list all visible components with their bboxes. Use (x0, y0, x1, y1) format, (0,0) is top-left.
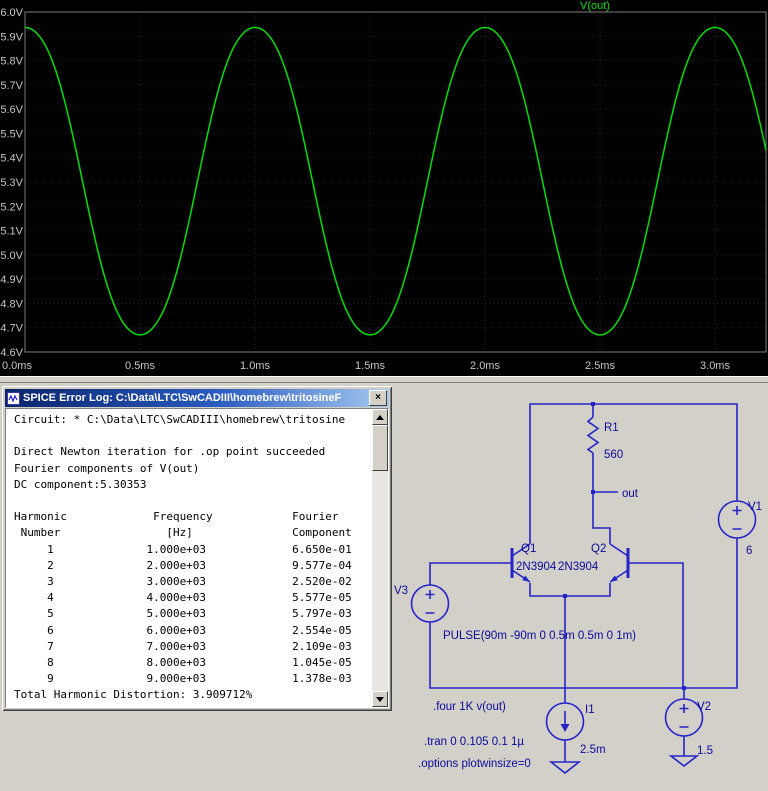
directive-tran[interactable]: .tran 0 0.105 0.1 1µ (424, 736, 524, 748)
v3-name[interactable]: V3 (394, 585, 408, 597)
v1-name[interactable]: V1 (748, 501, 762, 513)
i1-name[interactable]: I1 (585, 704, 595, 716)
v1-value[interactable]: 6 (746, 545, 752, 557)
q1-emitter-arrow-icon (522, 576, 530, 583)
y-tick-label: 5.3V (0, 177, 23, 189)
r1-value[interactable]: 560 (604, 449, 623, 461)
trace-legend[interactable]: V(out) (580, 0, 610, 12)
q2-emitter-arrow-icon (610, 576, 618, 583)
x-tick-label: 0.0ms (2, 360, 32, 372)
window-titlebar[interactable]: SPICE Error Log: C:\Data\LTC\SwCADIII\ho… (5, 389, 389, 407)
net-label-out[interactable]: out (622, 488, 639, 500)
scrollbar-thumb[interactable] (372, 425, 388, 471)
x-tick-label: 2.0ms (470, 360, 500, 372)
y-tick-label: 6.0V (0, 7, 23, 19)
spice-error-log-window: SPICE Error Log: C:\Data\LTC\SwCADIII\ho… (2, 386, 392, 711)
svg-text:out: out (622, 488, 639, 500)
ground-icon (551, 762, 579, 773)
pane-splitter[interactable] (0, 376, 768, 383)
ground-icon (671, 756, 697, 766)
q2-model[interactable]: 2N3904 (558, 561, 599, 573)
x-tick-label: 2.5ms (585, 360, 615, 372)
x-tick-label: 0.5ms (125, 360, 155, 372)
y-tick-label: 5.9V (0, 31, 23, 43)
i1-arrowhead-icon (561, 724, 570, 732)
scroll-up-icon (376, 415, 384, 420)
v2-polarity-icon (680, 704, 689, 727)
schematic-pane[interactable]: R1 560 Q1 2N3904 Q2 2N3904 V3 (0, 383, 768, 791)
transistor-Q2[interactable]: Q2 2N3904 (558, 543, 628, 582)
close-button[interactable]: × (369, 390, 387, 406)
voltage-source-V2[interactable]: V2 1.5 (666, 699, 714, 757)
spice-error-log-icon (7, 392, 20, 405)
plot-border (25, 12, 766, 352)
y-tick-label: 5.7V (0, 80, 23, 92)
y-tick-label: 4.9V (0, 274, 23, 286)
directive-options[interactable]: .options plotwinsize=0 (418, 758, 531, 770)
y-tick-label: 5.8V (0, 56, 23, 68)
waveform-plot[interactable]: 6.0V 5.9V 5.8V 5.7V 5.6V 5.5V 5.4V 5.3V 5.2V 5.1V… (0, 0, 768, 376)
v2-name[interactable]: V2 (697, 701, 711, 713)
vout-trace[interactable] (25, 27, 766, 335)
ltspice-window: 6.0V 5.9V 5.8V 5.7V 5.6V 5.5V 5.4V 5.3V 5.2V 5.1V… (0, 0, 768, 791)
y-tick-label: 5.5V (0, 128, 23, 140)
i1-value[interactable]: 2.5m (580, 744, 606, 756)
y-tick-label: 4.7V (0, 323, 23, 335)
y-tick-label: 5.0V (0, 250, 23, 262)
y-tick-label: 5.4V (0, 153, 23, 165)
y-tick-label: 5.1V (0, 226, 23, 238)
x-tick-label: 1.5ms (355, 360, 385, 372)
window-title: SPICE Error Log: C:\Data\LTC\SwCADIII\ho… (23, 392, 366, 404)
y-tick-label: 5.2V (0, 201, 23, 213)
junction-dots (563, 402, 686, 690)
current-source-I1[interactable]: I1 2.5m (547, 703, 606, 756)
v3-value[interactable]: PULSE(90m -90m 0 0.5m 0.5m 0 1m) (443, 630, 636, 642)
waveform-pane[interactable]: 6.0V 5.9V 5.8V 5.7V 5.6V 5.5V 5.4V 5.3V 5.2V 5.1V… (0, 0, 768, 376)
y-tick-label: 4.6V (0, 347, 23, 359)
x-tick-label: 1.0ms (240, 360, 270, 372)
vertical-scrollbar[interactable] (372, 409, 388, 707)
v2-value[interactable]: 1.5 (697, 745, 713, 757)
directive-four[interactable]: .four 1K v(out) (433, 701, 506, 713)
voltage-source-V1[interactable]: V1 6 (719, 501, 763, 557)
log-client-area: Circuit: * C:\Data\LTC\SwCADIII\homebrew… (5, 408, 389, 708)
y-tick-label: 4.8V (0, 298, 23, 310)
scroll-down-icon (376, 697, 384, 702)
scroll-down-button[interactable] (372, 691, 388, 707)
scroll-up-button[interactable] (372, 409, 388, 425)
r1-name[interactable]: R1 (604, 422, 619, 434)
q1-model[interactable]: 2N3904 (516, 561, 557, 573)
q2-name[interactable]: Q2 (591, 543, 606, 555)
y-tick-label: 5.6V (0, 104, 23, 116)
v3-polarity-icon (426, 590, 435, 613)
v1-polarity-icon (733, 506, 742, 529)
ground-symbols (551, 756, 697, 773)
transistor-Q1[interactable]: Q1 2N3904 (499, 543, 557, 582)
x-tick-label: 3.0ms (700, 360, 730, 372)
spice-directives[interactable]: .four 1K v(out) .tran 0 0.105 0.1 1µ .op… (418, 701, 531, 770)
q1-name[interactable]: Q1 (521, 543, 536, 555)
log-text: Circuit: * C:\Data\LTC\SwCADIII\homebrew… (6, 409, 388, 704)
